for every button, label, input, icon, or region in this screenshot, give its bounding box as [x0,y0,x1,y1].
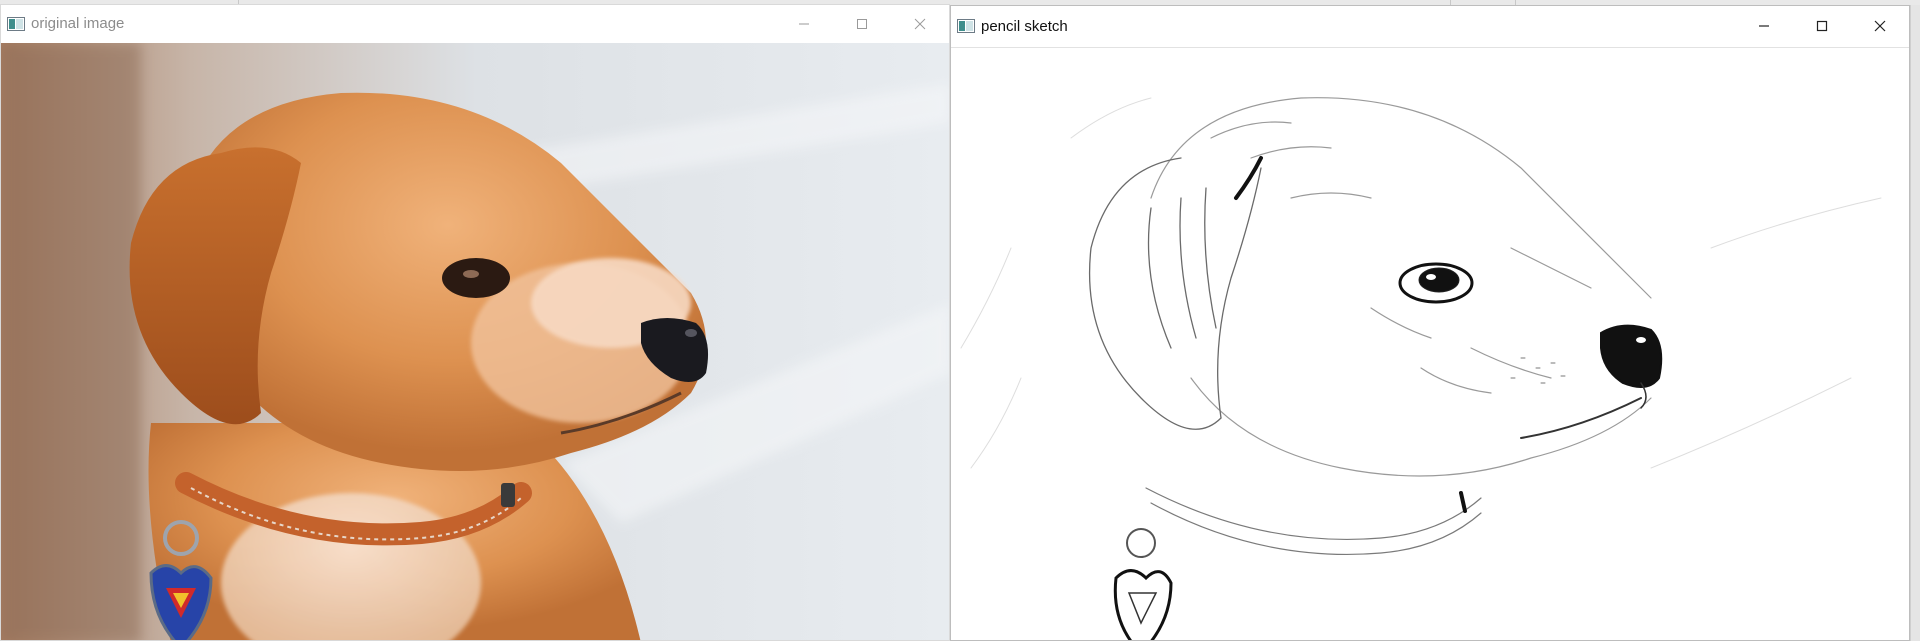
image-canvas [1,43,949,640]
maximize-icon [857,18,867,29]
minimize-icon [799,23,809,24]
minimize-button[interactable] [1735,6,1793,46]
title-bar[interactable]: original image [1,5,949,42]
puppy-photo [1,43,949,640]
window-title: pencil sketch [981,17,1068,35]
window-title: original image [31,15,125,32]
puppy-sketch [951,48,1909,640]
title-bar[interactable]: pencil sketch [951,6,1909,46]
close-button[interactable] [891,5,949,42]
close-button[interactable] [1851,6,1909,46]
original-image-window[interactable]: original image [0,4,950,641]
close-icon [1874,20,1886,32]
pencil-sketch-window[interactable]: pencil sketch [950,5,1910,641]
desktop-edge [1910,5,1920,641]
close-icon [914,18,926,29]
minimize-icon [1759,25,1769,27]
app-icon [957,19,975,33]
maximize-button[interactable] [833,5,891,42]
maximize-icon [1816,20,1828,32]
maximize-button[interactable] [1793,6,1851,46]
image-canvas [951,47,1909,640]
app-icon [7,16,25,31]
minimize-button[interactable] [775,5,833,42]
